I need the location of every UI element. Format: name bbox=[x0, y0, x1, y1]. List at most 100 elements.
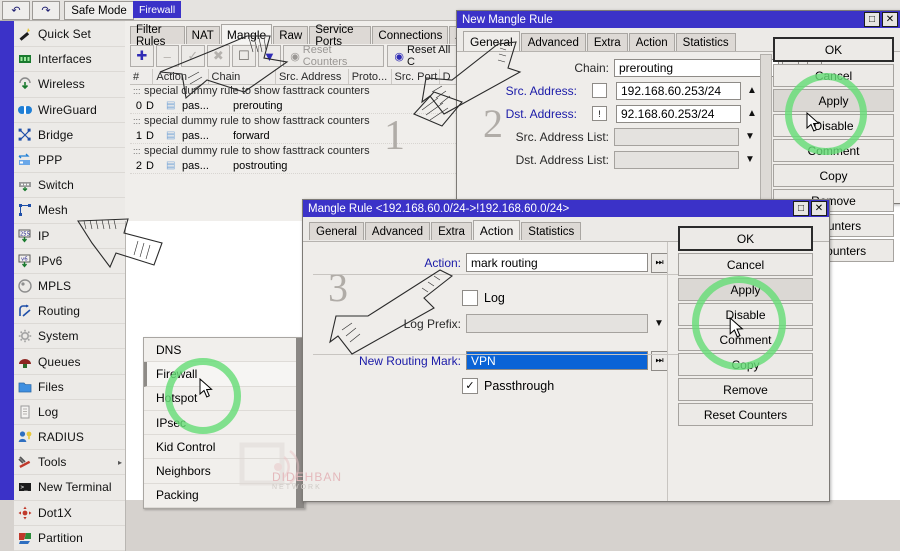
funnel-icon[interactable]: ▼ bbox=[257, 45, 282, 67]
passthrough-checkbox[interactable]: ✓ bbox=[462, 377, 478, 394]
new-mangle-rule-copy-button[interactable]: Copy bbox=[773, 164, 894, 187]
new-mangle-rule-ok-button[interactable]: OK bbox=[773, 37, 894, 62]
sidebar-item-radius[interactable]: RADIUS bbox=[14, 425, 125, 451]
log-checkbox[interactable] bbox=[462, 289, 478, 306]
redo-icon[interactable]: ↷ bbox=[32, 1, 60, 20]
submenu-item-dns[interactable]: DNS bbox=[144, 338, 304, 363]
mangle-rule-tab-extra[interactable]: Extra bbox=[431, 222, 472, 240]
chain-input[interactable]: prerouting bbox=[614, 58, 779, 77]
firewall-tab-filter-rules[interactable]: Filter Rules bbox=[130, 24, 185, 48]
mangle-rule-apply-button[interactable]: Apply bbox=[678, 278, 813, 301]
sidebar-item-files[interactable]: Files bbox=[14, 374, 125, 400]
submenu-item-firewall[interactable]: Firewall bbox=[144, 362, 304, 387]
mangle-rule-disable-button[interactable]: Disable bbox=[678, 303, 813, 326]
sidebar-item-new-terminal[interactable]: >_ New Terminal bbox=[14, 475, 125, 501]
maximize-icon[interactable]: □ bbox=[793, 201, 809, 216]
sidebar-item-ip[interactable]: 255 IP bbox=[14, 223, 125, 249]
minus-icon[interactable]: – bbox=[155, 45, 180, 67]
submenu-item-ipsec[interactable]: IPsec bbox=[144, 411, 304, 436]
firewall-tab-mangle[interactable]: Mangle bbox=[220, 24, 273, 44]
new-mangle-rule-apply-button[interactable]: Apply bbox=[773, 89, 894, 112]
column-header[interactable]: Proto... bbox=[349, 69, 392, 84]
sidebar-item-queues[interactable]: Queues bbox=[14, 349, 125, 375]
comment-icon[interactable]: ☐ bbox=[232, 45, 256, 67]
cross-icon[interactable]: ✖ bbox=[206, 45, 231, 67]
firewall-tab-nat[interactable]: NAT bbox=[185, 26, 220, 44]
src-address-list-dropdown-icon[interactable]: ▼ bbox=[743, 131, 757, 142]
submenu-item-hotspot[interactable]: Hotspot bbox=[144, 387, 304, 411]
action-dropdown-icon[interactable]: ⏭ bbox=[651, 252, 668, 273]
rule-comment[interactable]: special dummy rule to show fasttrack cou… bbox=[130, 114, 470, 128]
plus-icon[interactable]: ✚ bbox=[130, 45, 154, 67]
close-icon[interactable]: ✕ bbox=[811, 201, 827, 216]
form-scrollbar[interactable] bbox=[760, 54, 772, 203]
dst-address-input[interactable]: 92.168.60.253/24 bbox=[616, 104, 741, 123]
new-mangle-rule-tab-advanced[interactable]: Advanced bbox=[520, 33, 586, 51]
maximize-icon[interactable]: □ bbox=[864, 12, 880, 27]
src-address-list-input[interactable] bbox=[614, 127, 739, 146]
mangle-rule-reset-counters-button[interactable]: Reset Counters bbox=[678, 403, 813, 426]
sidebar-item-mesh[interactable]: Mesh bbox=[14, 198, 125, 224]
log-prefix-dropdown-icon[interactable]: ▼ bbox=[652, 318, 666, 329]
src-address-negate-checkbox[interactable] bbox=[592, 83, 607, 98]
column-header[interactable]: Src. Port bbox=[392, 69, 440, 84]
sidebar-item-dot1x[interactable]: Dot1X bbox=[14, 500, 125, 526]
sidebar-item-system[interactable]: System bbox=[14, 324, 125, 350]
sidebar-item-ipv6[interactable]: v6 IPv6 bbox=[14, 248, 125, 274]
log-prefix-input[interactable] bbox=[466, 314, 648, 333]
column-header[interactable]: Chain bbox=[209, 69, 276, 84]
table-row[interactable]: 0 D ▤ pas... prerouting bbox=[130, 98, 470, 114]
new-mangle-rule-comment-button[interactable]: Comment bbox=[773, 139, 894, 162]
firewall-tab-raw[interactable]: Raw bbox=[273, 26, 309, 44]
src-address-input[interactable]: 192.168.60.253/24 bbox=[616, 81, 741, 100]
mangle-rule-cancel-button[interactable]: Cancel bbox=[678, 253, 813, 276]
check-icon[interactable]: ✓ bbox=[181, 45, 205, 67]
mangle-rule-copy-button[interactable]: Copy bbox=[678, 353, 813, 376]
safe-mode-button[interactable]: Safe Mode bbox=[64, 1, 134, 20]
mangle-rule-ok-button[interactable]: OK bbox=[678, 226, 813, 251]
sidebar-item-routing[interactable]: Routing bbox=[14, 299, 125, 325]
sidebar-item-wireguard[interactable]: WireGuard bbox=[14, 97, 125, 123]
mangle-rule-tab-advanced[interactable]: Advanced bbox=[364, 222, 431, 240]
sidebar-item-tools[interactable]: Tools ▸ bbox=[14, 450, 125, 476]
undo-icon[interactable]: ↶ bbox=[2, 1, 30, 20]
mangle-rule-tab-statistics[interactable]: Statistics bbox=[521, 222, 582, 240]
rule-comment[interactable]: special dummy rule to show fasttrack cou… bbox=[130, 144, 470, 158]
close-icon[interactable]: ✕ bbox=[882, 12, 898, 27]
sidebar-item-partition[interactable]: Partition bbox=[14, 525, 125, 551]
table-row[interactable]: 2 D ▤ pas... postrouting bbox=[130, 158, 470, 174]
new-mangle-rule-tab-general[interactable]: General bbox=[463, 31, 520, 51]
sidebar-item-mpls[interactable]: MPLS bbox=[14, 273, 125, 300]
dst-address-expand-icon[interactable]: ▲ bbox=[745, 108, 759, 119]
column-header[interactable]: Action bbox=[153, 69, 209, 84]
sidebar-item-switch[interactable]: Switch bbox=[14, 173, 125, 199]
reset-counters-button[interactable]: ◉ Reset Counters bbox=[283, 44, 385, 68]
mangle-rule-remove-button[interactable]: Remove bbox=[678, 378, 813, 401]
sidebar-item-bridge[interactable]: Bridge bbox=[14, 122, 125, 148]
submenu-item-kid-control[interactable]: Kid Control bbox=[144, 435, 304, 460]
dst-address-list-dropdown-icon[interactable]: ▼ bbox=[743, 154, 757, 165]
rule-comment[interactable]: special dummy rule to show fasttrack cou… bbox=[130, 84, 470, 98]
action-input[interactable]: mark routing bbox=[466, 253, 648, 272]
column-header[interactable]: # bbox=[130, 69, 154, 84]
new-mangle-rule-cancel-button[interactable]: Cancel bbox=[773, 64, 894, 87]
sidebar-item-ppp[interactable]: PPP bbox=[14, 147, 125, 174]
sidebar-item-wireless[interactable]: Wireless bbox=[14, 72, 125, 98]
mangle-rule-tab-action[interactable]: Action bbox=[472, 220, 521, 240]
sidebar-item-quick-set[interactable]: Quick Set bbox=[14, 22, 125, 48]
table-row[interactable]: 1 D ▤ pas... forward bbox=[130, 128, 470, 144]
sidebar-item-log[interactable]: Log bbox=[14, 399, 125, 425]
mangle-rule-comment-button[interactable]: Comment bbox=[678, 328, 813, 351]
firewall-tab-service-ports[interactable]: Service Ports bbox=[309, 24, 372, 48]
new-mangle-rule-tab-action[interactable]: Action bbox=[628, 33, 675, 51]
mangle-rule-tab-general[interactable]: General bbox=[309, 222, 364, 240]
src-address-expand-icon[interactable]: ▲ bbox=[745, 85, 759, 96]
dst-address-list-input[interactable] bbox=[614, 150, 739, 169]
sidebar-item-interfaces[interactable]: Interfaces bbox=[14, 47, 125, 73]
firewall-tab-connections[interactable]: Connections bbox=[372, 26, 449, 44]
new-mangle-rule-tab-statistics[interactable]: Statistics bbox=[675, 33, 736, 51]
new-mangle-rule-tab-extra[interactable]: Extra bbox=[586, 33, 628, 51]
dst-address-negate-checkbox[interactable]: ! bbox=[592, 106, 607, 121]
new-mangle-rule-disable-button[interactable]: Disable bbox=[773, 114, 894, 137]
column-header[interactable]: Src. Address bbox=[276, 69, 349, 84]
